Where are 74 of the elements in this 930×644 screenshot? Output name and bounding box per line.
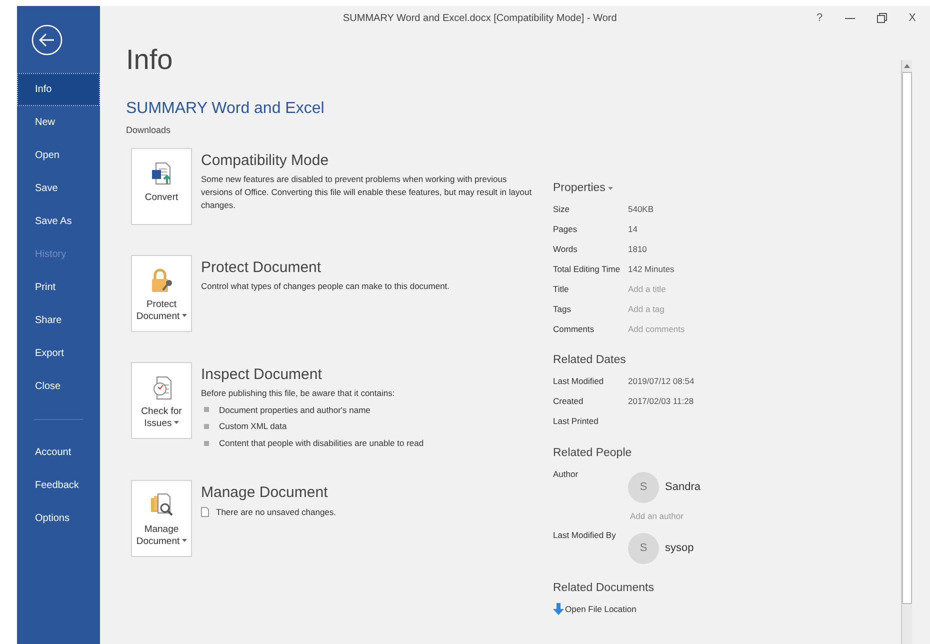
bullet-text: Custom XML data <box>219 420 287 433</box>
menu-item[interactable]: Options <box>17 502 100 535</box>
document-icon <box>201 507 209 518</box>
menu-item[interactable]: Export <box>17 337 100 370</box>
avatar: S <box>628 532 659 564</box>
property-label: Last Printed <box>553 415 600 428</box>
file-location: Downloads <box>126 124 172 137</box>
menu-item[interactable]: Share <box>17 304 100 337</box>
bullet-icon <box>204 424 209 430</box>
section-title: Inspect Document <box>201 364 323 384</box>
group-heading: Related Documents <box>553 580 654 596</box>
section-description: Control what types of changes people can make to this document. <box>201 280 451 292</box>
bullet-text: Document properties and author's name <box>219 404 370 416</box>
menu-item[interactable]: Save <box>17 172 100 205</box>
section-description: Some new features are disabled to prevent problems when working with previous versions of Office. Converting this file will enable these features, but may result in layout changes. <box>201 172 533 212</box>
property-label: Created <box>553 395 584 408</box>
section-title: Manage Document <box>201 482 329 503</box>
document-arrow-icon <box>150 162 172 186</box>
property-label: Last Modified <box>553 375 605 388</box>
menu-item[interactable]: Feedback <box>17 469 100 502</box>
group-heading[interactable]: Properties <box>553 180 606 198</box>
section-button[interactable]: Convert <box>131 148 192 224</box>
menu-item[interactable]: Info <box>17 73 100 106</box>
person-name[interactable]: Sandra <box>665 479 700 496</box>
property-label: Pages <box>553 222 578 236</box>
section-button[interactable]: Check for Issues <box>131 362 192 438</box>
window-title: SUMMARY Word and Excel.docx [Compatibility Mode] - Word <box>343 12 617 26</box>
person-name[interactable]: sysop <box>665 540 694 556</box>
document-title: SUMMARY Word and Excel <box>126 99 326 119</box>
property-label: Author <box>553 468 580 481</box>
section-description: Before publishing this file, be aware that it contains: <box>201 386 396 400</box>
property-value: 2019/07/12 08:54 <box>628 375 694 388</box>
property-value: 540KB <box>628 202 654 216</box>
menu-item[interactable]: Close <box>17 370 100 403</box>
group-heading: Related Dates <box>553 353 626 368</box>
bullet-text: Content that people with disabilities are unable to read <box>219 437 424 450</box>
down-arrow-icon <box>553 603 564 616</box>
property-label: Last Modified By <box>553 528 617 542</box>
section-button[interactable]: Manage Document <box>131 480 192 557</box>
caret-icon <box>608 186 614 191</box>
property-label: Size <box>553 202 571 216</box>
section-title: Compatibility Mode <box>201 150 330 170</box>
menu-item[interactable]: Open <box>17 139 100 172</box>
open-location-link[interactable]: Open File Location <box>553 602 901 616</box>
property-label: Comments <box>553 322 596 336</box>
menu-item[interactable]: Account <box>17 436 100 469</box>
scroll-thumb[interactable] <box>902 72 912 604</box>
property-value: 1810 <box>628 242 647 256</box>
menu-item[interactable]: Print <box>17 271 100 304</box>
menu-item[interactable]: Save As <box>17 205 100 238</box>
avatar: S <box>628 472 659 503</box>
restore-icon <box>876 13 887 23</box>
section-button[interactable]: Protect Document <box>131 254 192 332</box>
status-note: There are no unsaved changes. <box>216 506 336 518</box>
restore-button[interactable] <box>876 13 887 23</box>
inspect-document-icon <box>150 376 172 400</box>
property-label: Tags <box>553 302 572 316</box>
property-value: 142 Minutes <box>628 262 674 276</box>
group-heading: Related People <box>553 446 632 460</box>
back-button[interactable] <box>30 23 64 57</box>
property-label: Words <box>553 242 578 256</box>
page-heading: Info <box>126 46 174 74</box>
help-button[interactable]: ? <box>816 10 823 26</box>
property-label: Total Editing Time <box>553 262 622 276</box>
bullet-icon <box>204 440 209 446</box>
padlock-key-icon <box>150 268 174 294</box>
close-button[interactable]: X <box>908 10 916 26</box>
section-title: Protect Document <box>201 258 322 278</box>
property-value: 14 <box>628 222 638 236</box>
menu-item[interactable]: New <box>17 106 100 139</box>
property-value: 2017/02/03 11:28 <box>628 395 694 408</box>
bullet-icon <box>204 407 209 412</box>
scrollbar[interactable] <box>901 60 912 644</box>
property-label: Title <box>553 282 570 296</box>
